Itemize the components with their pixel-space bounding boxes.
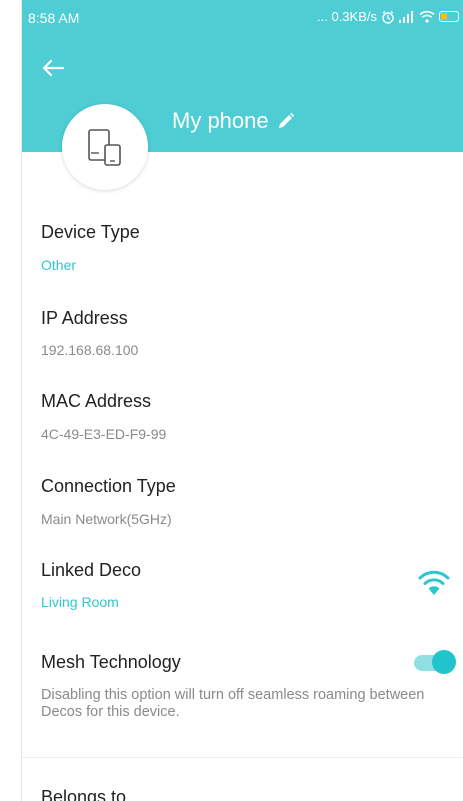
mac-address-label: MAC Address <box>41 391 152 411</box>
mac-address-value: 4C-49-E3-ED-F9-99 <box>41 426 167 442</box>
wifi-status-icon <box>419 10 435 23</box>
status-bar: 8:58 AM ... 0.3KB/s <box>22 0 463 36</box>
belongs-to-label[interactable]: Belongs to <box>41 787 126 801</box>
back-arrow-icon <box>42 59 65 77</box>
ip-address-label: IP Address <box>41 308 128 328</box>
section-divider <box>22 757 463 758</box>
status-time: 8:58 AM <box>28 10 80 26</box>
device-type-value[interactable]: Other <box>41 257 76 273</box>
left-edge-strip <box>0 0 22 801</box>
device-name: My phone <box>172 108 269 133</box>
network-speed: ... 0.3KB/s <box>317 9 377 24</box>
wifi-signal-icon <box>418 570 450 595</box>
device-title: My phone <box>172 108 295 134</box>
ip-address-value: 192.168.68.100 <box>41 342 139 358</box>
mesh-technology-label: Mesh Technology <box>41 652 181 672</box>
linked-deco-value[interactable]: Living Room <box>41 594 119 610</box>
connection-type-value: Main Network(5GHz) <box>41 511 172 527</box>
battery-icon <box>439 11 459 22</box>
toggle-knob <box>432 650 456 674</box>
device-avatar <box>62 104 148 190</box>
back-button[interactable] <box>36 52 72 84</box>
mesh-description: Disabling this option will turn off seam… <box>41 687 425 720</box>
alarm-icon <box>382 10 394 24</box>
phone-tablet-icon <box>88 129 121 166</box>
pencil-icon[interactable] <box>277 112 295 130</box>
cell-signal-icon <box>399 10 413 23</box>
mesh-technology-toggle[interactable] <box>410 650 456 674</box>
connection-type-label: Connection Type <box>41 476 176 496</box>
status-indicators: ... 0.3KB/s <box>317 9 459 24</box>
device-detail-screen: 8:58 AM ... 0.3KB/s My phone Device Type… <box>22 0 463 801</box>
device-type-label: Device Type <box>41 222 140 242</box>
linked-deco-label: Linked Deco <box>41 560 142 580</box>
